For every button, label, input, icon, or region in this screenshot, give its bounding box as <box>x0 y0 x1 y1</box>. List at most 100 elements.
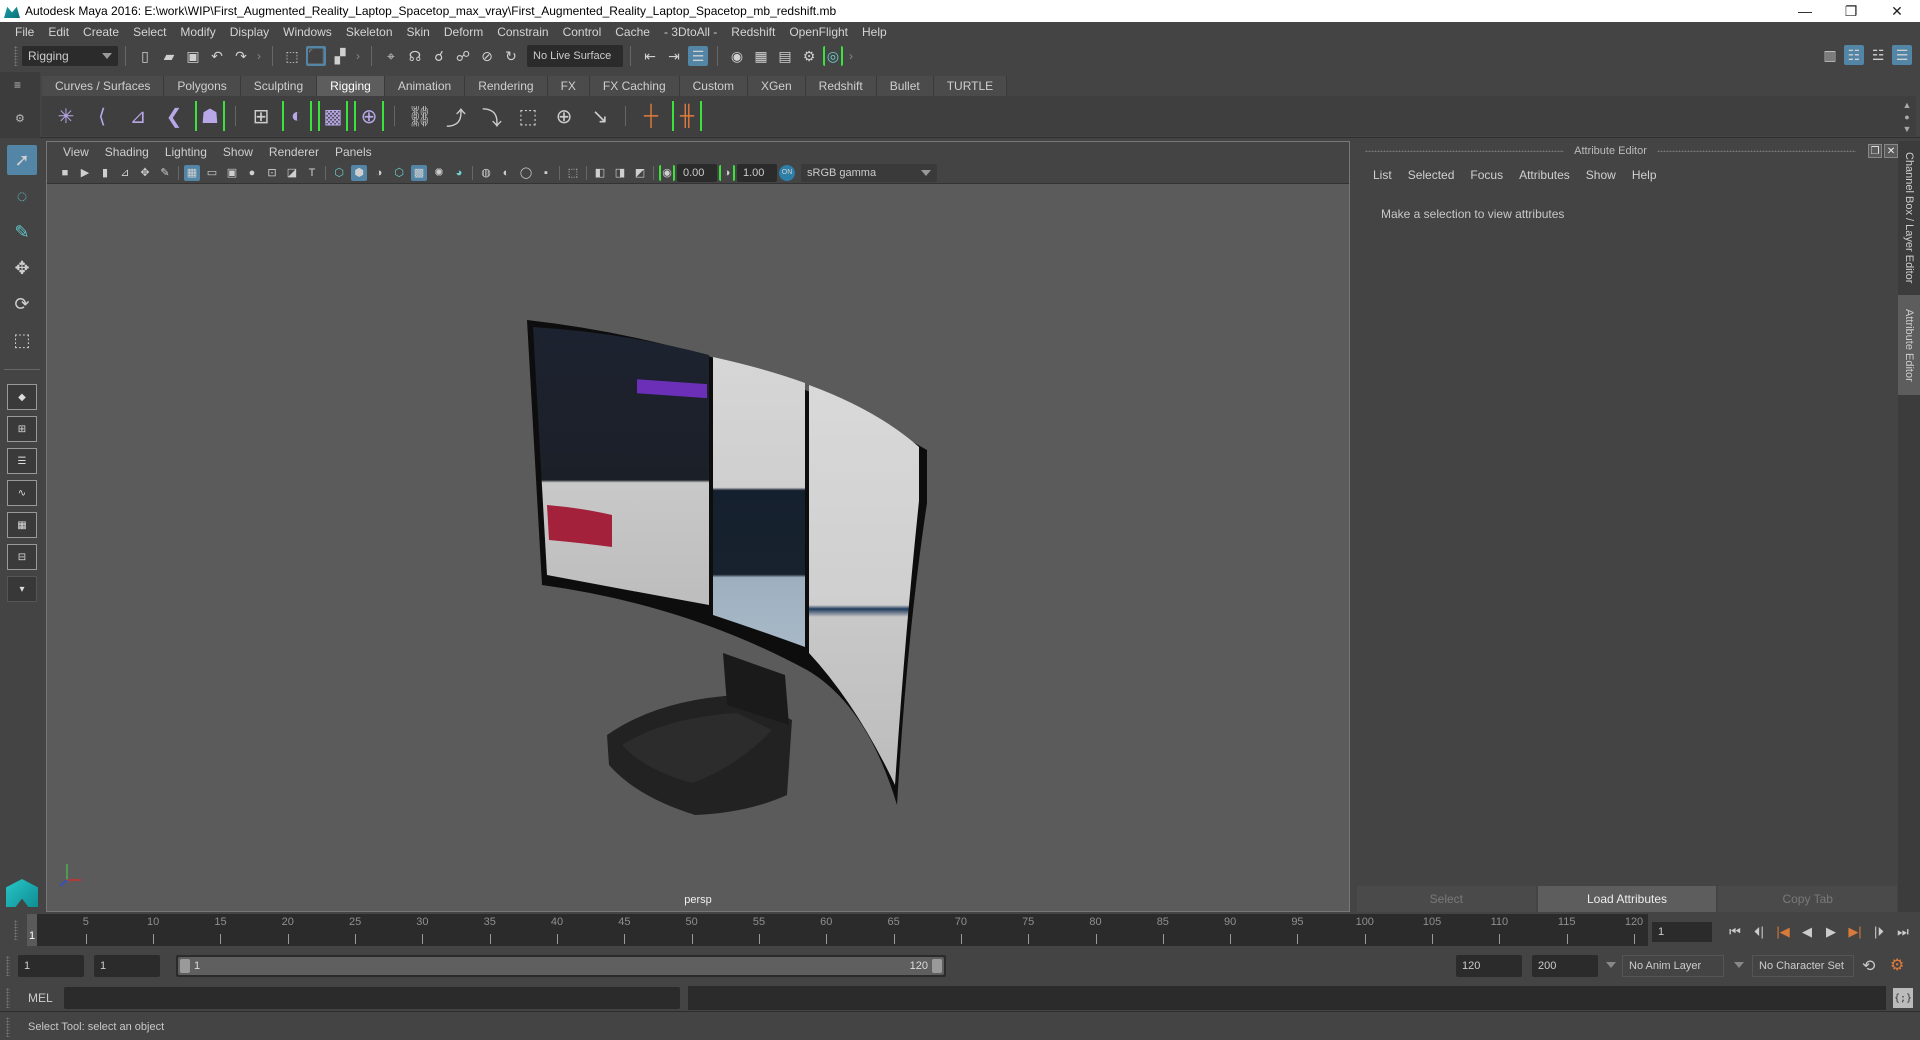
ae-menu-show[interactable]: Show <box>1578 168 1624 182</box>
shelf-tab-bullet[interactable]: Bullet <box>876 76 934 96</box>
menuset-dropdown[interactable]: Rigging <box>22 46 118 66</box>
tool-settings-icon[interactable]: ☳ <box>1868 45 1888 65</box>
field-chart-icon[interactable]: ⊡ <box>264 165 280 181</box>
animation-end-field[interactable]: 200 <box>1532 955 1598 977</box>
live-surface-field[interactable]: No Live Surface <box>527 45 623 67</box>
ae-menu-list[interactable]: List <box>1365 168 1400 182</box>
menu-cache[interactable]: Cache <box>608 25 657 39</box>
range-bar-fill[interactable]: 1 120 <box>178 957 944 975</box>
close-button[interactable]: ✕ <box>1874 0 1920 22</box>
range-start-handle[interactable] <box>180 959 190 973</box>
range-end-handle[interactable] <box>932 959 942 973</box>
chevron-down-icon[interactable] <box>1734 962 1744 968</box>
shelf-tab-animation[interactable]: Animation <box>384 76 466 96</box>
grease-pencil-icon[interactable]: ✎ <box>157 165 173 181</box>
camera-select-icon[interactable]: ■ <box>57 165 73 181</box>
snap-point-icon[interactable]: ☌ <box>429 46 449 66</box>
play-backwards-icon[interactable]: ◀ <box>1798 924 1816 940</box>
menu-modify[interactable]: Modify <box>173 25 222 39</box>
shelf-tab-polygons[interactable]: Polygons <box>164 76 241 96</box>
snap-view-plane-icon[interactable]: ☍ <box>453 46 473 66</box>
scale-constraint-icon[interactable]: ⬚ <box>513 101 543 131</box>
maximize-button[interactable]: ❐ <box>1828 0 1874 22</box>
render-settings-icon[interactable]: ⚙ <box>799 46 819 66</box>
script-editor-icon[interactable]: {;} <box>1893 988 1913 1008</box>
menu-create[interactable]: Create <box>76 25 126 39</box>
pole-vector-constraint-icon[interactable]: ↘ <box>585 101 615 131</box>
hypershade-icon[interactable]: ◎ <box>823 46 843 66</box>
menu-file[interactable]: File <box>8 25 41 39</box>
viewport-menu-view[interactable]: View <box>55 145 97 159</box>
four-view-layout-icon[interactable]: ⊞ <box>7 416 37 442</box>
menu-redshift[interactable]: Redshift <box>724 25 782 39</box>
scroll-up-icon[interactable]: ▲ <box>1903 100 1912 110</box>
redo-icon[interactable]: ↷ <box>231 46 251 66</box>
safe-action-icon[interactable]: ◪ <box>284 165 300 181</box>
shelf-tab-fx[interactable]: FX <box>547 76 590 96</box>
bind-skin-icon[interactable]: ⊞ <box>246 101 276 131</box>
textured-icon[interactable]: ▩ <box>411 164 427 181</box>
snap-magnet-icon[interactable]: ↻ <box>501 46 521 66</box>
safe-title-icon[interactable]: T <box>304 165 320 181</box>
scale-tool-icon[interactable]: ⬚ <box>7 325 37 355</box>
ae-menu-attributes[interactable]: Attributes <box>1511 168 1578 182</box>
bookmark-icon[interactable]: ▮ <box>97 165 113 181</box>
shelf-tab-rigging[interactable]: Rigging <box>317 76 385 96</box>
auto-key-icon[interactable]: ⟲ <box>1862 956 1875 976</box>
persp-graph-outliner-layout-icon[interactable]: ⊟ <box>7 544 37 570</box>
render-frame-icon[interactable]: ▦ <box>751 46 771 66</box>
shelf-tab-turtle[interactable]: TURTLE <box>933 76 1008 96</box>
step-forward-frame-icon[interactable]: |⏵ <box>1870 924 1888 940</box>
use-all-lights-icon[interactable]: ✺ <box>431 165 447 181</box>
undo-icon[interactable]: ↶ <box>207 46 227 66</box>
step-forward-key-icon[interactable]: ▶| <box>1846 924 1864 940</box>
modeling-toolkit-icon[interactable]: ▥ <box>1820 45 1840 65</box>
tab-channel-box-layer-editor[interactable]: Channel Box / Layer Editor <box>1898 141 1920 287</box>
drag-handle[interactable] <box>1656 150 1857 152</box>
shelf-tab-custom[interactable]: Custom <box>679 76 748 96</box>
camera-attributes-icon[interactable]: ▶ <box>77 165 93 181</box>
open-scene-icon[interactable]: ▰ <box>159 46 179 66</box>
drag-handle[interactable] <box>6 988 10 1008</box>
shelf-tab-curves-surfaces[interactable]: Curves / Surfaces <box>42 76 165 96</box>
viewport-menu-show[interactable]: Show <box>215 145 261 159</box>
joint-tool-icon[interactable]: ✳ <box>51 101 81 131</box>
paint-select-tool-icon[interactable]: ✎ <box>7 217 37 247</box>
animation-preferences-icon[interactable]: ⚙ <box>1890 955 1904 975</box>
ik-handle-icon[interactable]: ⊿ <box>123 101 153 131</box>
go-to-start-icon[interactable]: ⏮ <box>1726 924 1744 940</box>
menu-skin[interactable]: Skin <box>400 25 437 39</box>
motion-blur-icon[interactable]: ◐ <box>498 165 514 181</box>
load-attributes-button[interactable]: Load Attributes <box>1537 886 1717 912</box>
hik-window-icon[interactable]: ┼ <box>636 101 666 131</box>
collapse-icon[interactable]: › <box>849 49 853 63</box>
select-button[interactable]: Select <box>1357 886 1536 912</box>
snap-grid-icon[interactable]: ⌖ <box>381 46 401 66</box>
xray-active-icon[interactable]: ◨ <box>612 165 628 181</box>
custom-layout-dropdown[interactable]: ▾ <box>7 576 37 602</box>
script-language-toggle[interactable]: MEL <box>28 991 53 1005</box>
scroll-mid-icon[interactable]: ● <box>1904 112 1909 122</box>
render-view-icon[interactable]: ◉ <box>727 46 747 66</box>
close-panel-icon[interactable]: ✕ <box>1884 144 1899 158</box>
shelf-tab-xgen[interactable]: XGen <box>747 76 806 96</box>
save-scene-icon[interactable]: ▣ <box>183 46 203 66</box>
xray-icon[interactable]: ◧ <box>592 165 608 181</box>
current-frame-field[interactable]: 1 <box>1652 922 1712 942</box>
collapse-icon[interactable]: › <box>257 49 261 63</box>
range-bar[interactable]: 1 120 <box>176 955 946 977</box>
paint-weights-icon[interactable]: ◐ <box>282 101 312 131</box>
shelf-tab-sculpting[interactable]: Sculpting <box>240 76 318 96</box>
hypershade-persp-layout-icon[interactable]: ▦ <box>7 512 37 538</box>
wireframe-icon[interactable]: ⬡ <box>331 165 347 181</box>
persp-graph-layout-icon[interactable]: ∿ <box>7 480 37 506</box>
rotate-tool-icon[interactable]: ⟳ <box>7 289 37 319</box>
aim-constraint-icon[interactable]: ⊕ <box>549 101 579 131</box>
parent-constraint-icon[interactable]: ⛓ <box>405 101 435 131</box>
anim-layer-dropdown[interactable]: No Anim Layer <box>1622 955 1724 977</box>
drag-handle[interactable] <box>1365 150 1565 152</box>
gamma-field[interactable]: 1.00 <box>737 163 777 182</box>
smooth-shade-icon[interactable]: ⬢ <box>351 164 367 181</box>
menu-control[interactable]: Control <box>556 25 609 39</box>
float-panel-icon[interactable]: ❐ <box>1868 144 1883 158</box>
